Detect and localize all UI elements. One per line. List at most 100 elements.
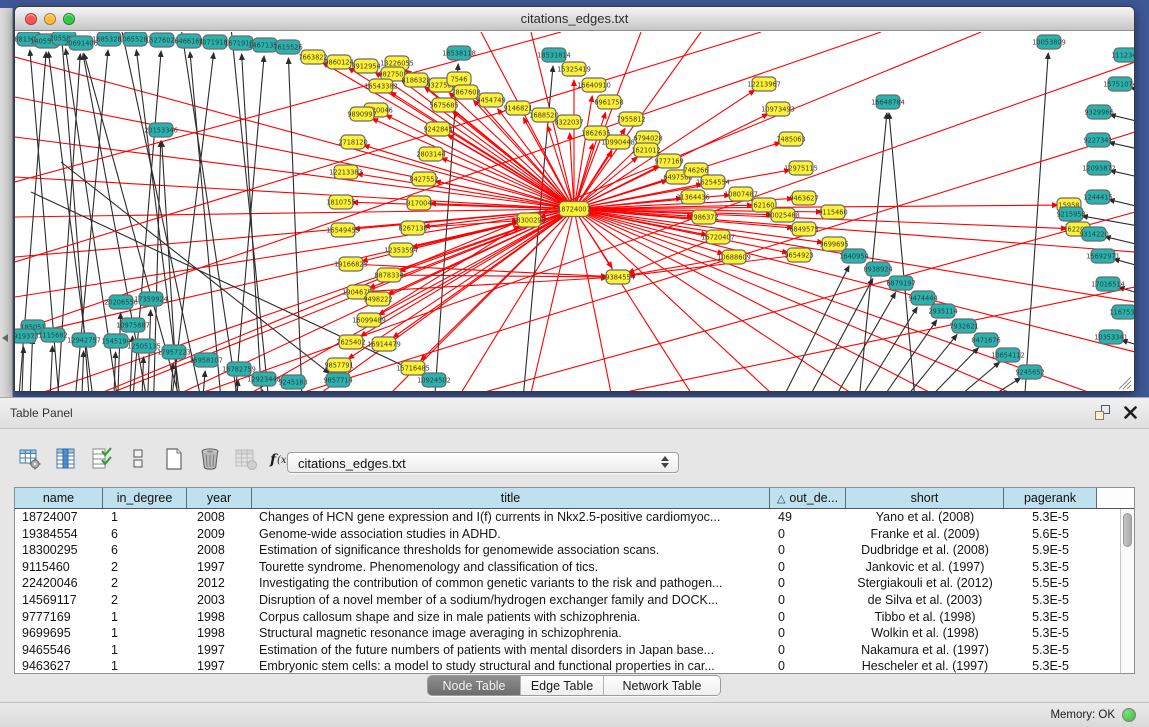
- graph-node[interactable]: 9314220: [1079, 227, 1108, 241]
- graph-node[interactable]: 16549455: [326, 223, 360, 237]
- graph-node[interactable]: 18300295: [512, 213, 546, 227]
- graph-node[interactable]: 9857791: [324, 358, 353, 372]
- graph-node[interactable]: 12505135: [127, 339, 161, 353]
- graph-node[interactable]: 17957223: [157, 345, 191, 359]
- graph-node[interactable]: 7932621: [949, 319, 978, 333]
- graph-node[interactable]: 9115460: [818, 205, 847, 219]
- graph-node[interactable]: 20153346: [144, 123, 178, 137]
- graph-node[interactable]: 9777169: [654, 154, 683, 168]
- show-columns-icon[interactable]: [52, 446, 79, 473]
- graph-node[interactable]: 19384554: [601, 270, 635, 284]
- table-row[interactable]: 946362711997Embryonic stem cells: a mode…: [15, 658, 1134, 675]
- graph-node[interactable]: 10807487: [724, 187, 758, 201]
- graph-node[interactable]: 3919373: [15, 329, 39, 343]
- graph-node[interactable]: 8427552: [409, 172, 438, 186]
- graph-node[interactable]: 9329966: [1084, 105, 1113, 119]
- graph-node[interactable]: 20206556: [104, 295, 138, 309]
- table-scrollbar[interactable]: [1120, 509, 1134, 673]
- table-row[interactable]: 969969511998Structural magnetic resonanc…: [15, 625, 1134, 642]
- network-window-titlebar[interactable]: citations_edges.txt: [15, 7, 1134, 31]
- graph-node[interactable]: 9215958: [1056, 207, 1085, 221]
- graph-node[interactable]: 12942757: [67, 333, 101, 347]
- table-row[interactable]: 1830029562008Estimation of significance …: [15, 542, 1134, 559]
- delete-table-icon[interactable]: [196, 446, 223, 473]
- table-panel-header[interactable]: Table Panel: [0, 398, 1149, 429]
- graph-node[interactable]: 10654112: [991, 348, 1025, 362]
- graph-node[interactable]: 10975887: [116, 318, 150, 332]
- create-table-icon[interactable]: [160, 446, 187, 473]
- graph-node[interactable]: 18531814: [537, 48, 571, 62]
- graph-node[interactable]: 2803144: [416, 147, 445, 161]
- graph-node[interactable]: 16958107: [189, 353, 223, 367]
- column-header-title[interactable]: title: [252, 488, 770, 509]
- graph-node[interactable]: 1244415: [1083, 190, 1112, 204]
- memory-status-icon[interactable]: [1122, 708, 1136, 722]
- graph-node[interactable]: 12093872: [1082, 161, 1116, 175]
- control-panel-edge[interactable]: [0, 8, 13, 397]
- graph-node[interactable]: 10990448: [601, 135, 635, 149]
- column-header-out_de[interactable]: △out_de...: [770, 488, 846, 509]
- graph-node[interactable]: 16640910: [577, 78, 611, 92]
- column-header-in_degree[interactable]: in_degree: [103, 488, 187, 509]
- graph-node[interactable]: 9474444: [908, 291, 937, 305]
- graph-node[interactable]: 8267130: [398, 221, 427, 235]
- graph-node[interactable]: 9498222: [363, 292, 392, 306]
- graph-node[interactable]: 16099489: [352, 313, 386, 327]
- graph-node[interactable]: 6961758: [594, 95, 623, 109]
- graph-node[interactable]: 2935114: [928, 304, 957, 318]
- network-canvas[interactable]: 8813054140557142055814206914061685328710…: [15, 32, 1134, 391]
- graph-node[interactable]: 10973493: [761, 102, 795, 116]
- graph-node[interactable]: 15751074: [1103, 77, 1134, 91]
- graph-node[interactable]: 15692971: [1086, 249, 1120, 263]
- graph-node[interactable]: 9654923: [784, 248, 813, 262]
- float-panel-icon[interactable]: [1095, 405, 1110, 420]
- graph-node[interactable]: 16254554: [696, 175, 730, 189]
- graph-node[interactable]: 1621012: [631, 143, 660, 157]
- graph-node[interactable]: 8454749: [476, 93, 505, 107]
- graph-node[interactable]: 8322037: [554, 115, 583, 129]
- graph-node[interactable]: 9857714: [323, 373, 352, 387]
- graph-node[interactable]: 17359924: [134, 292, 168, 306]
- table-row[interactable]: 911546021997Tourette syndrome. Phenomeno…: [15, 559, 1134, 576]
- graph-node[interactable]: 10924502: [417, 373, 451, 387]
- scrollbar-thumb[interactable]: [1123, 513, 1132, 547]
- graph-node[interactable]: 9227341: [1083, 133, 1112, 147]
- graph-node[interactable]: 8471676: [971, 333, 1000, 347]
- graph-node[interactable]: 12353594: [384, 243, 418, 257]
- table-row[interactable]: 2242004622012Investigating the contribut…: [15, 575, 1134, 592]
- resize-grip-icon[interactable]: [1127, 385, 1131, 389]
- column-header-short[interactable]: short: [846, 488, 1004, 509]
- graph-node[interactable]: 1640954: [839, 249, 868, 263]
- split-table-icon[interactable]: [124, 446, 151, 473]
- graph-node-hub[interactable]: 18724007: [557, 202, 591, 217]
- graph-node[interactable]: 1112345: [1111, 48, 1134, 62]
- graph-node[interactable]: 7546: [447, 72, 471, 86]
- graph-node[interactable]: 21364436: [676, 190, 710, 204]
- graph-node[interactable]: 7955812: [616, 112, 645, 126]
- graph-node[interactable]: 12975115: [784, 161, 818, 175]
- graph-node[interactable]: 7485063: [776, 132, 805, 146]
- graph-node[interactable]: 917004: [406, 196, 431, 210]
- graph-node[interactable]: 7625402: [336, 335, 365, 349]
- graph-node[interactable]: 9890997: [347, 107, 376, 121]
- graph-node[interactable]: 10688609: [717, 250, 751, 264]
- column-header-name[interactable]: name: [15, 488, 103, 509]
- graph-node[interactable]: 8912954: [351, 59, 380, 73]
- graph-node[interactable]: 1115682: [38, 328, 67, 342]
- resize-grip-icon[interactable]: [1123, 381, 1131, 389]
- graph-node[interactable]: 16914479: [367, 337, 401, 351]
- graph-node[interactable]: 10053809: [1032, 35, 1066, 49]
- table-row[interactable]: 1938455462009Genome-wide association stu…: [15, 526, 1134, 543]
- table-row[interactable]: 977716911998Corpus callosum shape and si…: [15, 609, 1134, 626]
- graph-node[interactable]: 1810755: [326, 195, 355, 209]
- graph-node[interactable]: 7986372: [689, 210, 718, 224]
- graph-node[interactable]: 15325419: [557, 62, 591, 76]
- graph-node[interactable]: 8938924: [863, 262, 892, 276]
- graph-node[interactable]: 9860124: [324, 55, 353, 69]
- tab-edge-table[interactable]: Edge Table: [521, 676, 604, 695]
- graph-node[interactable]: 16648784: [871, 95, 905, 109]
- close-panel-icon[interactable]: [1124, 406, 1137, 419]
- graph-node[interactable]: 7615526: [273, 40, 302, 54]
- graph-node[interactable]: 6879197: [886, 276, 915, 290]
- import-table-icon[interactable]: [232, 446, 259, 473]
